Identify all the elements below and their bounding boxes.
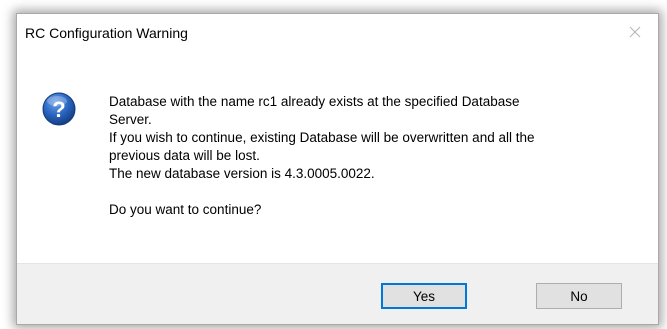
svg-text:?: ? [52,97,65,122]
screen-background: RC Configuration Warning ? Database with… [0,0,667,329]
yes-button[interactable]: Yes [381,283,467,309]
message-line: The new database version is 4.3.0005.002… [109,166,375,181]
message-area: ? Database with the name rc1 already exi… [17,52,658,264]
close-button[interactable] [612,14,658,50]
message-line: Database with the name rc1 already exist… [109,94,520,109]
message-line: Server. [109,112,152,127]
button-bar: Yes No [17,263,658,324]
title-bar[interactable]: RC Configuration Warning [17,14,658,52]
message-line: If you wish to continue, existing Databa… [109,130,535,145]
no-button[interactable]: No [536,283,622,309]
message-line: previous data will be lost. [109,148,260,163]
warning-dialog: RC Configuration Warning ? Database with… [16,13,659,325]
question-icon: ? [42,92,76,126]
question-text: Do you want to continue? [109,202,262,217]
close-icon [629,26,641,38]
dialog-title: RC Configuration Warning [25,25,188,41]
message-text: Database with the name rc1 already exist… [109,93,639,219]
